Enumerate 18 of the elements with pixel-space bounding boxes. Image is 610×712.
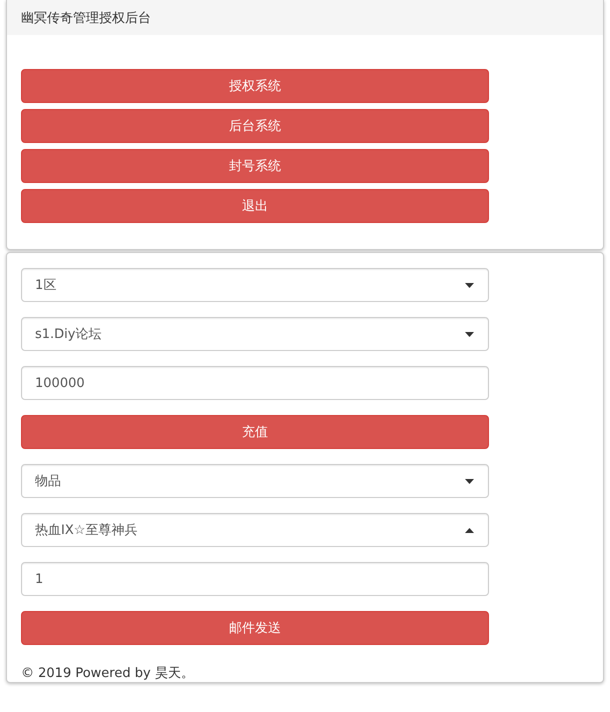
footer-text: © 2019 Powered by 昊天。 [21, 665, 194, 682]
select-field[interactable]: 物品 [21, 464, 489, 498]
panel-title: 幽冥传奇管理授权后台 [21, 10, 151, 26]
select-value: 1区 [35, 277, 56, 294]
menu-button[interactable]: 退出 [21, 189, 489, 223]
select-value: 热血IX☆至尊神兵 [35, 522, 138, 539]
select-value: s1.Diy论坛 [35, 326, 102, 343]
submit-button[interactable]: 充值 [21, 415, 489, 449]
menu-button[interactable]: 后台系统 [21, 109, 489, 143]
select-field[interactable]: 热血IX☆至尊神兵 [21, 513, 489, 547]
input-field[interactable]: 100000 [21, 366, 489, 400]
input-field[interactable]: 1 [21, 562, 489, 596]
select-value: 物品 [35, 473, 61, 490]
menu-button[interactable]: 授权系统 [21, 69, 489, 103]
submit-button[interactable]: 邮件发送 [21, 611, 489, 645]
select-field[interactable]: s1.Diy论坛 [21, 317, 489, 351]
menu-button[interactable]: 封号系统 [21, 149, 489, 183]
select-field[interactable]: 1区 [21, 268, 489, 302]
